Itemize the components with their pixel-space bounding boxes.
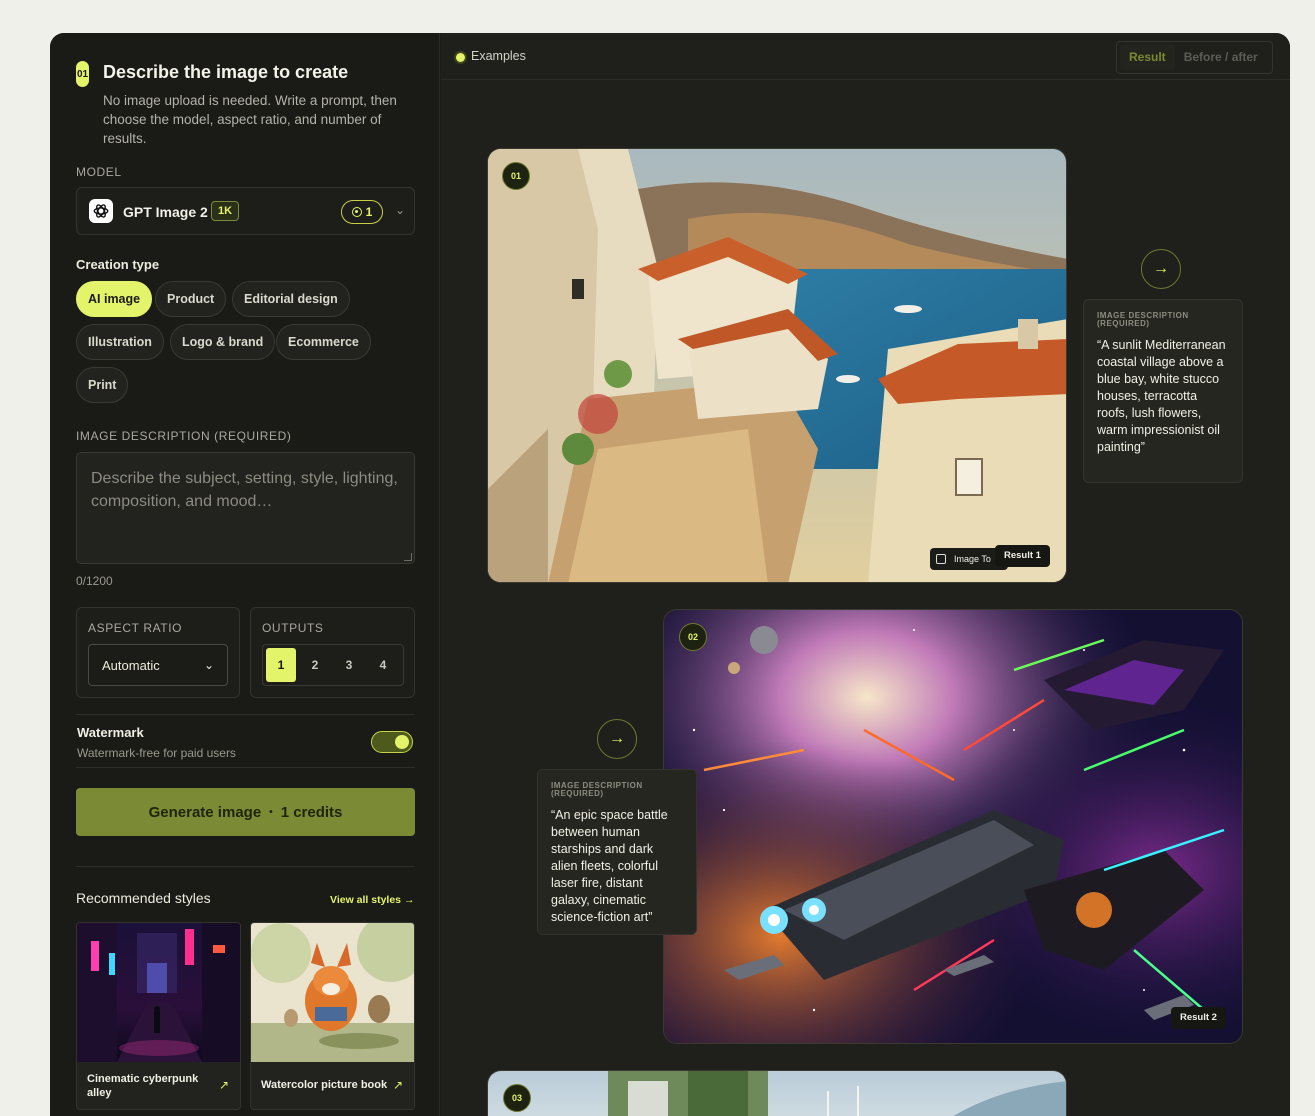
- city-architecture-image: [488, 1071, 1066, 1116]
- view-all-styles-link[interactable]: View all styles →: [330, 894, 414, 906]
- prompt-card-2: IMAGE DESCRIPTION (REQUIRED) “An epic sp…: [537, 769, 697, 935]
- prompt-text: “An epic space battle between human star…: [551, 808, 668, 924]
- arrow-right-icon: →: [597, 719, 637, 759]
- status-dot: [456, 53, 465, 62]
- description-textarea[interactable]: Describe the subject, setting, style, li…: [76, 452, 415, 564]
- prompt-label: IMAGE DESCRIPTION (REQUIRED): [1097, 311, 1189, 328]
- panel-subtitle: No image upload is needed. Write a promp…: [103, 93, 397, 146]
- arrow-right-icon: →: [403, 894, 415, 906]
- chip-illustration[interactable]: Illustration: [76, 324, 164, 360]
- recommended-title: Recommended styles: [76, 890, 211, 906]
- resolution-tag: 1K: [211, 201, 240, 221]
- watermark-title: Watermark: [77, 725, 144, 740]
- aspect-ratio-panel: ASPECT RATIO Automatic ⌄: [76, 607, 240, 698]
- example-image-3: 03: [487, 1070, 1067, 1116]
- description-label: IMAGE DESCRIPTION (REQUIRED): [76, 429, 292, 443]
- result-2-badge: Result 2: [1171, 1007, 1226, 1029]
- watercolor-fox-thumbnail: [251, 923, 414, 1062]
- char-count: 0/1200: [76, 574, 113, 588]
- divider: [76, 866, 415, 867]
- settings-panel: 01 Describe the image to create No image…: [50, 33, 440, 1116]
- style-card-label: Cinematic cyberpunk alley: [87, 1073, 199, 1099]
- model-label: MODEL: [76, 165, 122, 179]
- examples-panel: Examples Result Before / after 01 Image …: [441, 33, 1290, 1116]
- example-image-1: 01 Image To Result 1: [487, 148, 1067, 583]
- example-number: 03: [503, 1084, 531, 1112]
- openai-icon: [89, 199, 113, 223]
- output-option-1[interactable]: 1: [266, 648, 296, 682]
- outputs-label: OUTPUTS: [262, 621, 324, 635]
- prompt-label: IMAGE DESCRIPTION (REQUIRED): [551, 781, 643, 798]
- tab-result[interactable]: Result: [1120, 45, 1175, 70]
- style-card-watercolor[interactable]: Watercolor picture book ↗: [250, 922, 415, 1110]
- generate-credits: 1 credits: [280, 803, 343, 821]
- examples-header: Examples Result Before / after: [441, 33, 1290, 80]
- model-name: GPT Image 2: [123, 204, 208, 220]
- prompt-text: “A sunlit Mediterranean coastal village …: [1097, 338, 1226, 454]
- chip-logo-brand[interactable]: Logo & brand: [170, 324, 276, 360]
- aspect-ratio-select[interactable]: Automatic ⌄: [88, 644, 228, 686]
- creation-type-label: Creation type: [76, 257, 160, 272]
- model-selector[interactable]: GPT Image 2 1K 1 ⌄: [76, 187, 415, 235]
- tab-before-after[interactable]: Before / after: [1175, 45, 1267, 70]
- result-1-badge: Result 1: [995, 545, 1050, 567]
- style-card-cyberpunk[interactable]: Cinematic cyberpunk alley ↗: [76, 922, 241, 1110]
- chevron-down-icon: ⌄: [203, 658, 214, 672]
- chevron-down-icon: ⌄: [395, 203, 406, 217]
- arrow-up-right-icon: ↗: [218, 1078, 229, 1092]
- generate-button[interactable]: Generate image • 1 credits: [76, 788, 415, 836]
- generate-label: Generate image: [148, 803, 262, 821]
- image-icon: [936, 554, 946, 564]
- chip-ecommerce[interactable]: Ecommerce: [276, 324, 371, 360]
- watermark-toggle[interactable]: [371, 731, 413, 753]
- space-battle-image: [664, 610, 1242, 1043]
- description-placeholder: Describe the subject, setting, style, li…: [91, 470, 398, 510]
- generate-separator: •: [269, 806, 273, 818]
- app-window: 01 Describe the image to create No image…: [50, 33, 1290, 1116]
- resize-grip-icon[interactable]: [404, 553, 412, 561]
- watermark-subtitle: Watermark-free for paid users: [77, 746, 236, 760]
- output-option-2[interactable]: 2: [300, 648, 330, 682]
- arrow-right-icon: →: [1141, 249, 1181, 289]
- chip-product[interactable]: Product: [155, 281, 227, 317]
- mediterranean-village-image: [488, 149, 1066, 582]
- cyberpunk-alley-thumbnail: [77, 923, 240, 1062]
- aspect-ratio-value: Automatic: [102, 657, 160, 673]
- style-card-label: Watercolor picture book: [261, 1079, 388, 1091]
- examples-label: Examples: [471, 49, 526, 63]
- chip-ai-image[interactable]: AI image: [76, 281, 153, 317]
- coin-icon: [351, 207, 362, 217]
- aspect-ratio-label: ASPECT RATIO: [88, 621, 183, 635]
- chip-editorial-design[interactable]: Editorial design: [232, 281, 350, 317]
- output-option-3[interactable]: 3: [334, 648, 364, 682]
- example-number: 01: [502, 162, 530, 190]
- outputs-selector: 1 2 3 4: [262, 644, 404, 686]
- model-credit-badge: 1: [341, 200, 383, 224]
- view-toggle: Result Before / after: [1116, 41, 1273, 74]
- watermark-row: Watermark Watermark-free for paid users: [76, 714, 415, 768]
- prompt-card-1: IMAGE DESCRIPTION (REQUIRED) “A sunlit M…: [1083, 299, 1243, 483]
- example-image-2: 02 Result 2: [663, 609, 1243, 1044]
- outputs-panel: OUTPUTS 1 2 3 4: [250, 607, 415, 698]
- chip-print[interactable]: Print: [76, 367, 129, 403]
- step-badge: 01: [76, 61, 89, 87]
- output-option-4[interactable]: 4: [368, 648, 398, 682]
- arrow-up-right-icon: ↗: [392, 1078, 403, 1092]
- credit-count: 1: [365, 205, 373, 219]
- panel-title: Describe the image to create: [103, 62, 349, 82]
- example-number: 02: [679, 623, 707, 651]
